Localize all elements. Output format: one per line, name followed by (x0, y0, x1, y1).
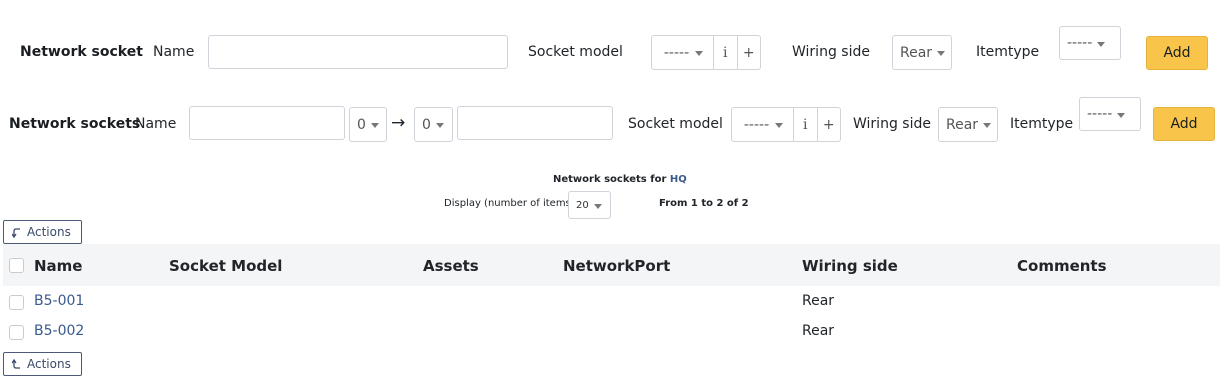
single-wiring-side-value: Rear (900, 44, 933, 61)
single-name-label: Name (153, 44, 195, 60)
display-count-label: Display (number of items) (444, 198, 575, 209)
row-checkbox[interactable] (9, 295, 24, 310)
multi-to-select[interactable]: 0 (414, 107, 453, 142)
list-title-prefix: Network sockets for (553, 174, 667, 185)
single-itemtype-value: ----- (1067, 35, 1093, 51)
display-count-value: 20 (576, 199, 589, 211)
multi-socket-model-group: ----- i + (731, 107, 841, 142)
add-model-icon[interactable]: + (736, 36, 761, 69)
multi-from-select[interactable]: 0 (349, 107, 387, 142)
column-header-networkport[interactable]: NetworkPort (563, 257, 670, 275)
arrow-right-icon: → (391, 113, 406, 133)
chevron-down-icon (695, 51, 704, 56)
row-name-link[interactable]: B5-002 (34, 323, 84, 339)
info-icon[interactable]: i (792, 108, 817, 141)
column-header-socket-model[interactable]: Socket Model (169, 257, 282, 275)
add-model-icon[interactable]: + (816, 108, 841, 141)
display-count-select[interactable]: 20 (568, 191, 611, 219)
column-header-name[interactable]: Name (34, 257, 82, 275)
actions-label: Actions (27, 357, 71, 371)
multi-form-title: Network sockets (9, 116, 141, 132)
single-wiring-side-select[interactable]: Rear (892, 35, 952, 70)
single-socket-model-group: ----- i + (651, 35, 761, 70)
chevron-down-icon (370, 123, 379, 128)
actions-button-top[interactable]: Actions (3, 220, 82, 244)
multi-suffix-input[interactable] (457, 106, 613, 140)
row-name-link[interactable]: B5-001 (34, 293, 84, 309)
multi-itemtype-value: ----- (1087, 106, 1113, 122)
multi-wiring-side-select[interactable]: Rear (938, 107, 998, 142)
single-wiring-side-label: Wiring side (792, 44, 870, 60)
single-socket-model-select[interactable]: ----- (652, 36, 713, 69)
multi-name-label: Name (135, 116, 177, 132)
entity-link[interactable]: HQ (670, 174, 687, 185)
multi-itemtype-select[interactable]: ----- (1079, 97, 1141, 131)
single-name-input[interactable] (208, 35, 508, 69)
arrow-turn-up-icon (12, 358, 20, 369)
chevron-down-icon (1097, 42, 1106, 47)
multi-from-value: 0 (357, 116, 366, 133)
chevron-down-icon (775, 123, 784, 128)
row-checkbox[interactable] (9, 325, 24, 340)
row-wiring-side: Rear (802, 293, 835, 309)
single-itemtype-select[interactable]: ----- (1059, 26, 1121, 60)
info-icon[interactable]: i (712, 36, 737, 69)
select-all-checkbox[interactable] (9, 258, 24, 273)
single-form-title: Network socket (20, 44, 143, 60)
column-header-wiring-side[interactable]: Wiring side (802, 257, 898, 275)
multi-to-value: 0 (422, 116, 431, 133)
single-add-button[interactable]: Add (1146, 36, 1208, 70)
actions-label: Actions (27, 225, 71, 239)
multi-itemtype-label: Itemtype (1010, 116, 1074, 132)
multi-socket-model-value: ----- (743, 116, 770, 133)
list-title: Network sockets for HQ (553, 174, 687, 185)
column-header-comments[interactable]: Comments (1017, 257, 1107, 275)
row-wiring-side: Rear (802, 323, 835, 339)
actions-button-bottom[interactable]: Actions (3, 352, 82, 376)
chevron-down-icon (593, 203, 602, 209)
multi-socket-model-label: Socket model (628, 116, 723, 132)
multi-add-button[interactable]: Add (1153, 107, 1215, 141)
chevron-down-icon (937, 51, 946, 56)
chevron-down-icon (983, 123, 992, 128)
chevron-down-icon (1117, 113, 1126, 118)
single-socket-model-label: Socket model (528, 44, 623, 60)
column-header-assets[interactable]: Assets (423, 257, 479, 275)
multi-prefix-input[interactable] (189, 106, 345, 140)
arrow-turn-down-icon (12, 227, 20, 238)
chevron-down-icon (435, 123, 444, 128)
pager-text: From 1 to 2 of 2 (659, 198, 749, 209)
multi-wiring-side-label: Wiring side (853, 116, 931, 132)
single-socket-model-value: ----- (663, 44, 690, 61)
single-itemtype-label: Itemtype (976, 44, 1040, 60)
multi-socket-model-select[interactable]: ----- (732, 108, 793, 141)
multi-wiring-side-value: Rear (946, 116, 979, 133)
